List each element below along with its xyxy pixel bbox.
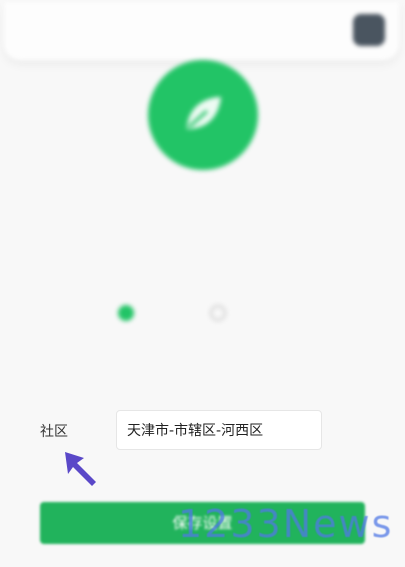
community-field[interactable]: 天津市-市辖区-河西区: [116, 410, 322, 450]
community-label: 社区: [40, 424, 68, 440]
radio-unselected-icon[interactable]: [210, 305, 226, 321]
form-row-1[interactable]: [40, 244, 370, 266]
app-logo[interactable]: [148, 60, 258, 170]
form-row-3[interactable]: [40, 362, 370, 384]
arrow-pointer-icon: [65, 452, 96, 486]
header-card: [4, 2, 399, 60]
leaf-bird-icon: [187, 97, 221, 129]
community-value: 天津市-市辖区-河西区: [127, 423, 264, 439]
form-row-2[interactable]: [40, 302, 370, 324]
watermark-logo: 1233News: [178, 502, 394, 546]
header-avatar[interactable]: [353, 14, 385, 46]
settings-page: 社区 天津市-市辖区-河西区 保存设置 1233News: [0, 0, 405, 567]
radio-selected-icon[interactable]: [118, 305, 134, 321]
logo-subtitle: [110, 178, 300, 192]
